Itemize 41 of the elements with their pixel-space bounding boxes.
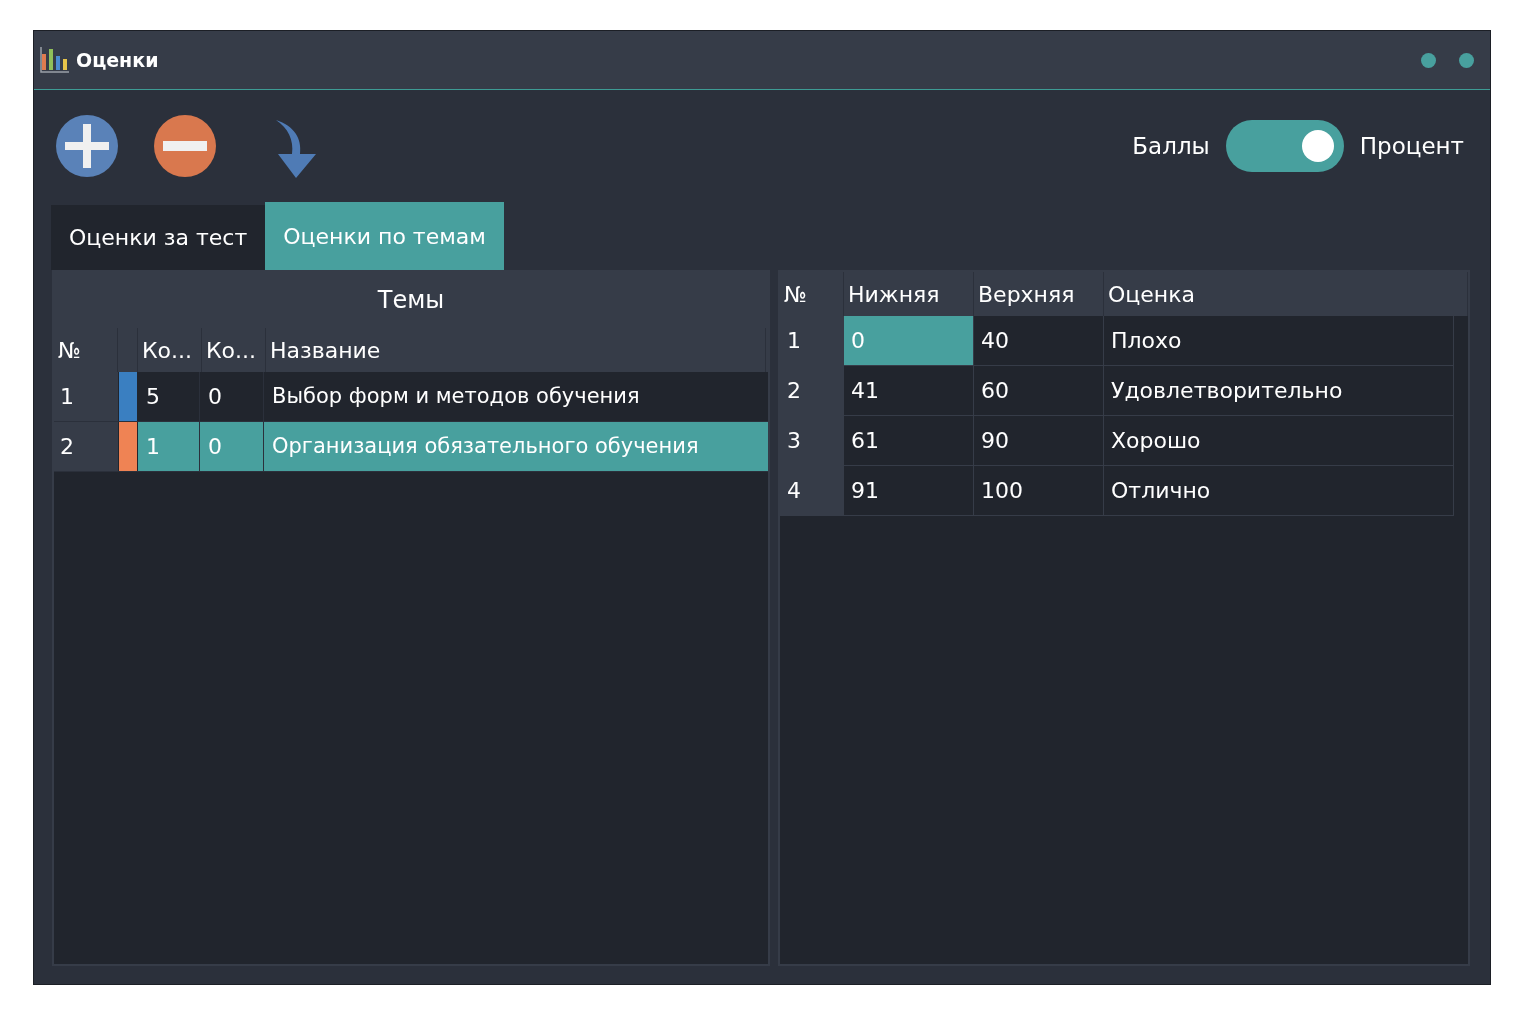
table-cell: 60 <box>974 366 1104 415</box>
column-header[interactable]: Ко... <box>138 328 202 372</box>
column-header[interactable]: Оценка <box>1104 272 1468 316</box>
row-number: 1 <box>780 316 844 365</box>
bar-chart-icon <box>40 46 70 74</box>
column-header[interactable]: Ко... <box>202 328 266 372</box>
column-header[interactable]: Верхняя <box>974 272 1104 316</box>
window-button[interactable] <box>1421 52 1436 68</box>
table-cell: 5 <box>138 372 200 421</box>
table-cell: 90 <box>974 416 1104 465</box>
window-button[interactable] <box>1459 52 1474 68</box>
tab[interactable]: Оценки за тест <box>51 205 266 270</box>
row-number: 2 <box>780 366 844 415</box>
table-cell: 91 <box>844 466 974 515</box>
table-cell: Организация обязательного обучения <box>264 422 768 471</box>
table-cell: 41 <box>844 366 974 415</box>
row-number: 4 <box>780 466 844 515</box>
row-number: 2 <box>54 422 118 471</box>
row-number: 1 <box>54 372 118 421</box>
table-cell: 0 <box>844 316 974 365</box>
table-cell: 40 <box>974 316 1104 365</box>
switch-right-label: Процент <box>1359 131 1464 161</box>
table-cell-text: Выбор форм и методов обучения <box>271 382 641 410</box>
switch-left-label: Баллы <box>1132 131 1210 161</box>
table-cell: Хорошо <box>1104 416 1454 465</box>
table-cell: 61 <box>844 416 974 465</box>
table-cell: Плохо <box>1104 316 1454 365</box>
table-cell: 100 <box>974 466 1104 515</box>
row-number: 3 <box>780 416 844 465</box>
table-cell: 1 <box>138 422 200 471</box>
table-title: Темы <box>54 272 768 328</box>
column-header[interactable]: Название <box>266 328 766 372</box>
table-cell: Отлично <box>1104 466 1454 515</box>
table-cell: 0 <box>200 422 264 471</box>
window-title: Оценки <box>76 47 159 73</box>
table-cell: 0 <box>200 372 264 421</box>
minus-icon <box>163 141 207 151</box>
mode-switch[interactable] <box>1225 120 1344 172</box>
switch-thumb <box>1301 130 1334 162</box>
plus-icon <box>65 124 109 168</box>
table-cell: Удовлетворительно <box>1104 366 1454 415</box>
